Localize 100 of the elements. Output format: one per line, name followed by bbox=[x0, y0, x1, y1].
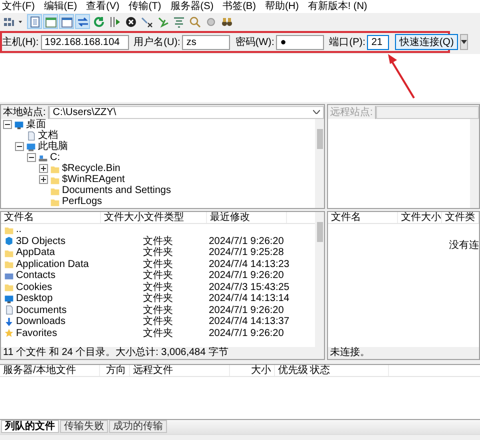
star-icon bbox=[4, 328, 14, 338]
cube-icon bbox=[4, 236, 14, 246]
process-queue-icon bbox=[108, 16, 120, 28]
computer-icon bbox=[26, 142, 36, 152]
file-name-cell[interactable]: .. bbox=[1, 224, 101, 236]
file-type-cell-text: 文件夹 bbox=[142, 247, 174, 258]
menu-item[interactable]: 帮助(H) bbox=[264, 0, 299, 12]
folder-icon bbox=[4, 259, 14, 270]
port-field[interactable]: 21 bbox=[367, 34, 390, 50]
binoculars-icon bbox=[220, 16, 232, 28]
column-header[interactable]: 大小 bbox=[230, 365, 275, 376]
menu-item[interactable]: 服务器(S) bbox=[170, 0, 214, 12]
menu-item[interactable]: 有新版本! (N) bbox=[308, 0, 368, 12]
document-icon bbox=[4, 305, 14, 316]
compare-icon bbox=[188, 16, 200, 28]
scrollbar[interactable] bbox=[315, 119, 324, 208]
message-log-icon bbox=[28, 16, 40, 28]
file-name-cell[interactable]: Application Data bbox=[1, 258, 100, 270]
username-field[interactable]: zs bbox=[182, 34, 230, 50]
file-type-cell-text: 文件夹 bbox=[142, 270, 174, 282]
contacts-icon bbox=[4, 270, 14, 281]
modified-cell-text: 2024/7/1 9:26:20 bbox=[208, 304, 285, 316]
toolbar-button[interactable] bbox=[123, 14, 138, 29]
modified-cell-text: 2024/7/1 9:26:20 bbox=[208, 270, 285, 282]
queue-tab[interactable]: 成功的传输 bbox=[109, 420, 167, 433]
remote-path-field[interactable] bbox=[376, 106, 479, 118]
caret-icon bbox=[460, 40, 467, 44]
dropdown-caret-icon bbox=[313, 110, 320, 114]
drive-icon bbox=[38, 152, 48, 162]
quickconnect-button[interactable]: 快速连接(Q) bbox=[395, 34, 458, 50]
file-type-cell-text: 文件夹 bbox=[142, 316, 174, 328]
tree-item[interactable]: PerfLogs bbox=[62, 196, 102, 207]
site-manager-icon bbox=[2, 16, 14, 28]
dropdown-button[interactable] bbox=[460, 34, 468, 50]
tree-item[interactable]: $WinREAgent bbox=[62, 174, 125, 185]
menu-item[interactable]: 编辑(E) bbox=[44, 0, 78, 12]
file-type-cell-text: 文件夹 bbox=[142, 293, 174, 304]
column-header[interactable]: 状态 bbox=[307, 365, 389, 376]
file-type-cell-text: 文件夹 bbox=[142, 328, 174, 339]
column-header[interactable]: 最近修改 bbox=[207, 212, 287, 223]
document-icon bbox=[26, 130, 36, 140]
password-label: 密码(W): bbox=[235, 36, 274, 49]
column-header[interactable]: 优先级 bbox=[275, 365, 307, 376]
menu-item[interactable]: 传输(T) bbox=[128, 0, 162, 12]
disconnect-icon bbox=[140, 16, 152, 28]
host-label: 主机(H): bbox=[2, 36, 39, 49]
collapse-icon[interactable] bbox=[15, 142, 24, 151]
menu-item[interactable]: 书签(B) bbox=[222, 0, 256, 12]
queue-tab[interactable]: 列队的文件 bbox=[1, 420, 59, 433]
file-type-cell-text: 文件夹 bbox=[142, 282, 174, 293]
menu-item[interactable]: 文件(F) bbox=[2, 0, 35, 12]
tree-item[interactable]: 文档 bbox=[38, 130, 58, 141]
transfer-queue-icon bbox=[76, 16, 88, 28]
expand-icon[interactable] bbox=[39, 175, 48, 184]
tree-item[interactable]: 此电脑 bbox=[38, 141, 68, 152]
file-type-cell-text: 文件夹 bbox=[142, 258, 174, 270]
host-field[interactable]: 192.168.168.104 bbox=[40, 34, 129, 50]
username-label: 用户名(U): bbox=[134, 36, 180, 49]
file-type-cell-text: 文件夹 bbox=[142, 236, 174, 247]
download-icon bbox=[4, 316, 14, 327]
tree-item[interactable]: 桌面 bbox=[26, 119, 46, 130]
file-name-cell[interactable]: Cookies bbox=[1, 282, 100, 293]
modified-cell-text: 2024/7/1 9:26:20 bbox=[208, 328, 285, 339]
tree-item[interactable]: $Recycle.Bin bbox=[62, 163, 120, 174]
collapse-icon[interactable] bbox=[27, 153, 36, 162]
queue-tab[interactable]: 传输失败 bbox=[60, 420, 108, 433]
port-label: 端口(P): bbox=[329, 36, 366, 49]
monitor-icon bbox=[14, 120, 24, 130]
modified-cell-text: 2024/7/4 14:13:14 bbox=[208, 293, 290, 304]
menu-item[interactable]: 查看(V) bbox=[86, 0, 120, 12]
collapse-icon[interactable] bbox=[3, 120, 12, 129]
monitor-icon bbox=[4, 294, 14, 304]
refresh-icon bbox=[92, 16, 104, 28]
modified-cell-text: 2024/7/4 14:13:37 bbox=[208, 316, 290, 328]
filter-icon bbox=[172, 16, 184, 28]
file-name-cell[interactable]: 3D Objects bbox=[1, 236, 100, 247]
file-name-cell[interactable]: Desktop bbox=[1, 293, 100, 304]
modified-cell-text: 2024/7/1 9:26:20 bbox=[208, 236, 285, 247]
file-type-cell-text: 文件夹 bbox=[142, 304, 174, 316]
file-name-cell[interactable]: Favorites bbox=[1, 328, 100, 339]
folder-icon bbox=[4, 224, 14, 235]
file-name-cell[interactable]: Contacts bbox=[1, 270, 100, 282]
file-name-cell[interactable]: Downloads bbox=[1, 316, 100, 328]
scrollbar[interactable] bbox=[315, 212, 324, 347]
file-name-cell[interactable]: Documents bbox=[1, 304, 100, 316]
tree-item[interactable]: Documents and Settings bbox=[62, 185, 171, 196]
remote-tree-icon bbox=[60, 16, 72, 28]
folder-icon bbox=[4, 248, 14, 258]
modified-cell-text: 2024/7/4 14:13:23 bbox=[208, 258, 290, 270]
column-header[interactable]: 服务器/本地文件 bbox=[0, 365, 100, 376]
local-tree-icon bbox=[44, 16, 56, 28]
not-connected-message: 没有连 bbox=[449, 239, 479, 252]
local-path-field[interactable]: C:\Users\ZZY\ bbox=[48, 106, 324, 118]
file-name-cell[interactable]: AppData bbox=[1, 247, 100, 258]
password-field[interactable]: ● bbox=[276, 34, 324, 50]
tree-item[interactable]: C: bbox=[50, 152, 60, 163]
expand-icon[interactable] bbox=[39, 164, 48, 173]
column-header[interactable]: 方向 bbox=[100, 365, 130, 376]
column-header[interactable]: 远程文件 bbox=[130, 365, 230, 376]
modified-cell-text: 2024/7/1 9:25:28 bbox=[208, 247, 285, 258]
